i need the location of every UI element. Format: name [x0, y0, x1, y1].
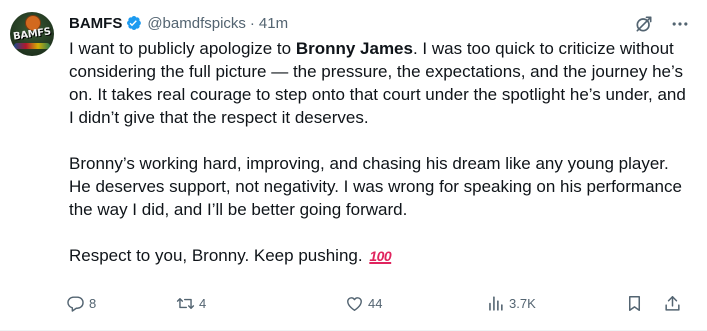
tweet-text: I want to publicly apologize to Bronny J…	[69, 37, 694, 268]
action-bar: 8 4 44 3.7K	[66, 292, 692, 314]
bookmark-icon	[628, 295, 641, 311]
hundred-points-emoji-icon: 100	[369, 248, 392, 264]
avatar-logo-stripe	[14, 43, 50, 49]
paragraph-1-start: I want to publicly apologize to	[69, 39, 296, 58]
bookmark-button[interactable]	[625, 292, 648, 314]
like-count: 44	[368, 295, 383, 311]
repost-count: 4	[199, 295, 207, 311]
avatar-logo-text: BAMFS	[12, 26, 52, 43]
reply-button[interactable]: 8	[66, 292, 96, 314]
views-button[interactable]: 3.7K	[486, 292, 536, 314]
repost-button[interactable]: 4	[176, 292, 206, 314]
display-name[interactable]: BAMFS	[69, 15, 122, 32]
timestamp[interactable]: 41m	[259, 15, 288, 32]
share-button[interactable]	[663, 292, 686, 314]
tweet[interactable]: BAMFS BAMFS @bamdfspicks · 41m I want to…	[0, 0, 707, 331]
avatar[interactable]: BAMFS	[10, 12, 54, 56]
paragraph-3: Respect to you, Bronny. Keep pushing. 10…	[69, 244, 694, 268]
views-icon	[489, 295, 503, 311]
like-icon	[347, 296, 362, 311]
more-icon[interactable]	[670, 14, 690, 34]
grok-icon[interactable]	[634, 14, 654, 34]
reply-icon	[67, 295, 84, 312]
handle[interactable]: @bamdfspicks	[147, 15, 246, 32]
like-button[interactable]: 44	[345, 292, 382, 314]
paragraph-3-text: Respect to you, Bronny. Keep pushing.	[69, 246, 368, 265]
views-count: 3.7K	[509, 295, 536, 311]
mention-bronny-james: Bronny James	[295, 39, 413, 58]
paragraph-1: I want to publicly apologize to Bronny J…	[69, 37, 694, 129]
share-icon	[665, 295, 680, 311]
repost-icon	[176, 297, 195, 309]
reply-count: 8	[89, 295, 97, 311]
tweet-header: BAMFS @bamdfspicks · 41m	[69, 13, 288, 33]
paragraph-2: Bronny’s working hard, improving, and ch…	[69, 154, 682, 219]
separator-dot: ·	[249, 14, 255, 32]
verified-badge-icon[interactable]	[125, 14, 143, 32]
